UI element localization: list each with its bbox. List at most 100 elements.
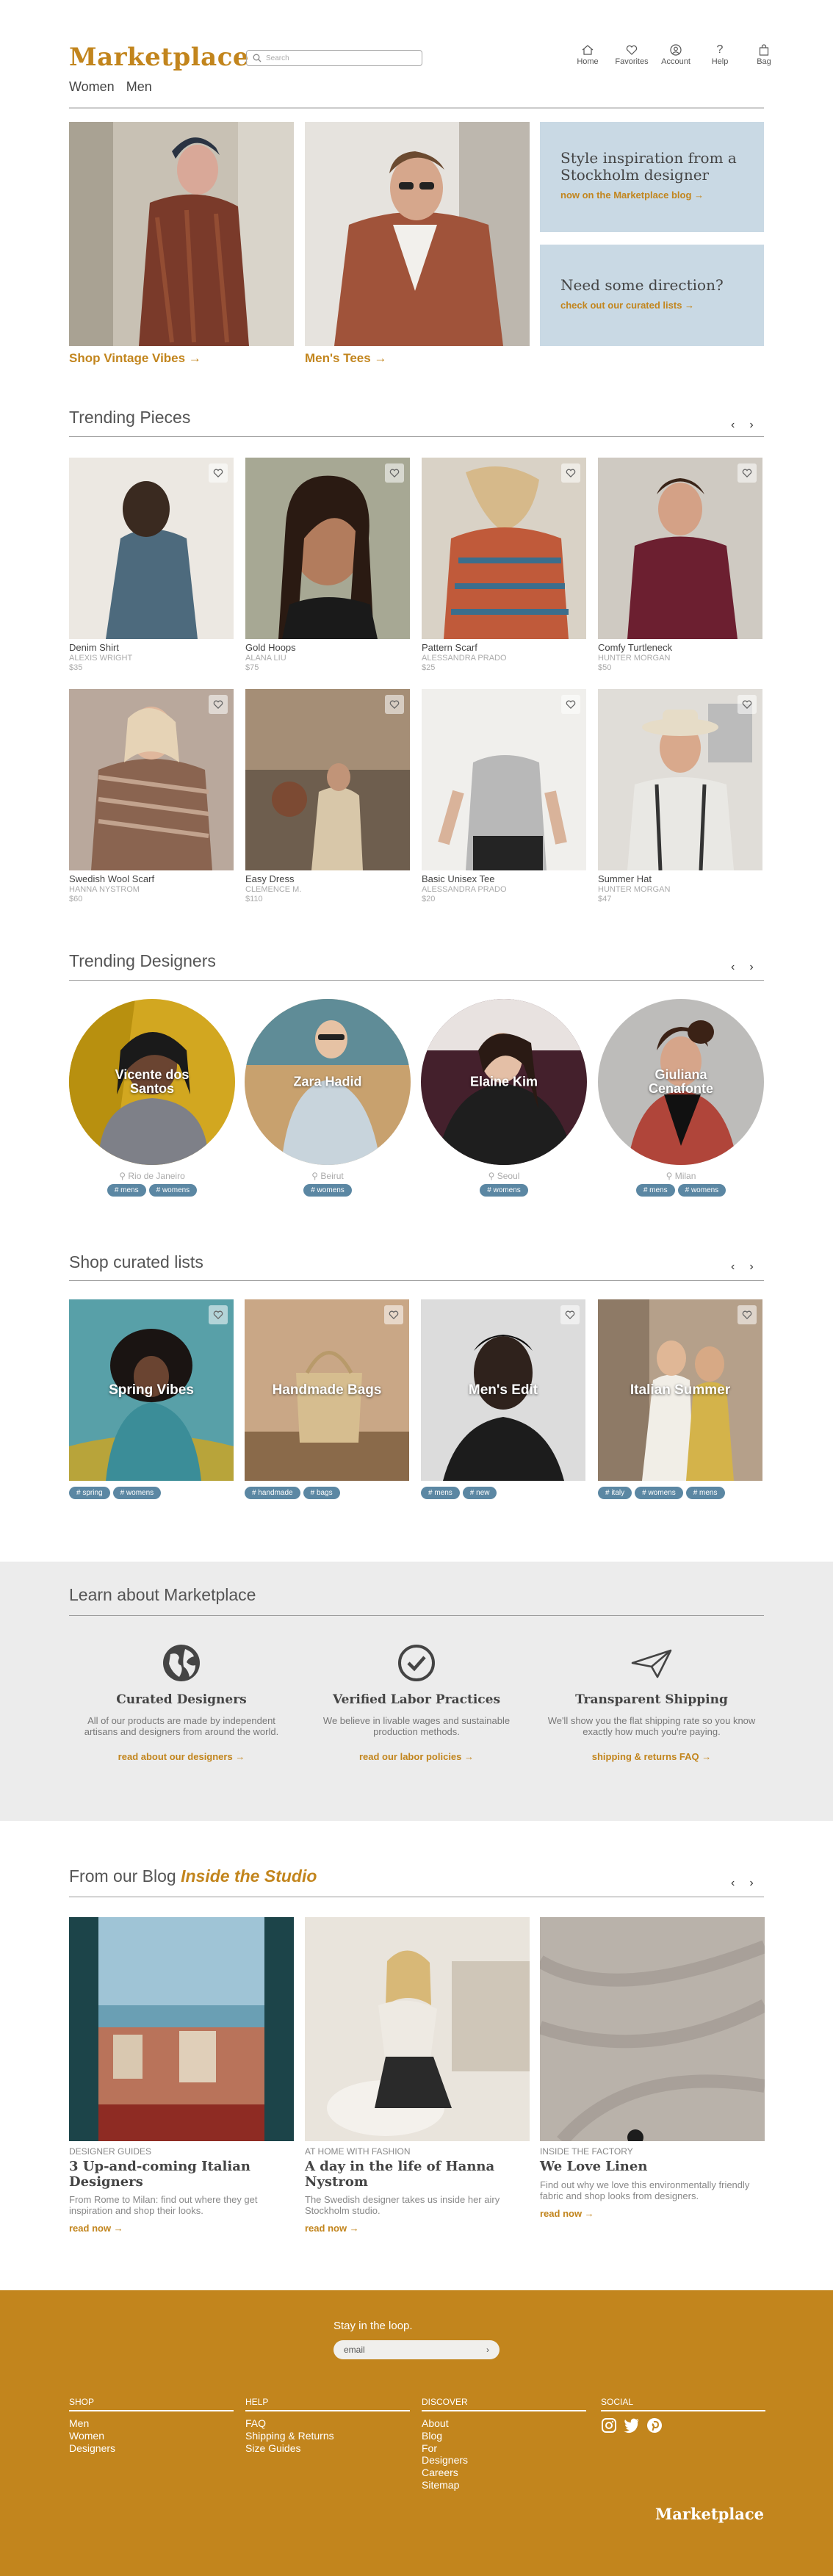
product-name[interactable]: Swedish Wool Scarf (69, 873, 234, 884)
hero-image-mens-tees[interactable] (305, 122, 530, 346)
favorite-button[interactable] (384, 1305, 403, 1324)
footer-link[interactable]: Designers (69, 2442, 234, 2455)
search-input[interactable]: Search (246, 50, 422, 66)
favorite-button[interactable] (561, 463, 580, 483)
promo-curated-link[interactable]: check out our curated lists → (560, 300, 743, 311)
tag-pill[interactable]: # womens (677, 1184, 726, 1197)
blog-title[interactable]: 3 Up-and-coming Italian Designers (69, 2159, 294, 2190)
product-image[interactable] (69, 689, 234, 870)
blog-title[interactable]: We Love Linen (540, 2159, 765, 2175)
blog-image[interactable] (69, 1917, 294, 2141)
footer-link[interactable]: Blog (422, 2430, 586, 2442)
hero-image-vintage[interactable] (69, 122, 294, 346)
footer-link[interactable]: For (422, 2442, 586, 2455)
curated-list-name[interactable]: Spring Vibes (69, 1382, 234, 1399)
designer-name[interactable]: Vicente dos Santos (69, 1068, 235, 1096)
product-image[interactable] (245, 458, 410, 639)
favorite-button[interactable] (738, 695, 757, 714)
product-name[interactable]: Pattern Scarf (422, 642, 586, 653)
product-card[interactable]: Pattern Scarf ALESSANDRA PRADO $25 (422, 458, 586, 672)
designer-card[interactable]: Vicente dos Santos ⚲ Rio de Janeiro # mens… (69, 999, 235, 1197)
blog-title[interactable]: A day in the life of Hanna Nystrom (305, 2159, 530, 2190)
blog-read-link[interactable]: read now → (540, 2208, 765, 2219)
category-women[interactable]: Women (69, 79, 115, 95)
tag-pill[interactable]: # italy (598, 1487, 632, 1499)
product-designer[interactable]: HANNA NYSTROM (69, 885, 234, 894)
product-image[interactable] (422, 458, 586, 639)
email-input[interactable]: email › (333, 2340, 500, 2359)
product-card[interactable]: Denim Shirt ALEXIS WRIGHT $35 (69, 458, 234, 672)
tag-pill[interactable]: # mens (685, 1487, 725, 1499)
twitter-icon[interactable] (623, 2417, 641, 2434)
tag-pill[interactable]: # mens (421, 1487, 460, 1499)
tag-pill[interactable]: # mens (107, 1184, 146, 1197)
footer-link[interactable]: Careers (422, 2467, 586, 2479)
product-card[interactable]: Summer Hat HUNTER MORGAN $47 (598, 689, 762, 903)
tag-pill[interactable]: # womens (635, 1487, 683, 1499)
chevron-right-icon[interactable]: › (749, 1877, 753, 1890)
product-name[interactable]: Easy Dress (245, 873, 410, 884)
chevron-right-icon[interactable]: › (749, 1260, 753, 1274)
product-image[interactable] (422, 689, 586, 870)
curated-list-name[interactable]: Italian Summer (598, 1382, 762, 1399)
feature-link[interactable]: read our labor policies → (310, 1751, 523, 1762)
product-name[interactable]: Denim Shirt (69, 642, 234, 653)
footer-link[interactable]: Women (69, 2430, 234, 2442)
footer-link[interactable]: About (422, 2417, 586, 2430)
designer-name[interactable]: Zara Hadid (245, 1075, 411, 1089)
instagram-icon[interactable] (601, 2417, 617, 2434)
product-card[interactable]: Gold Hoops ALANA LIU $75 (245, 458, 410, 672)
designer-card[interactable]: Giuliana Cenafonte ⚲ Milan # mens # womens (598, 999, 764, 1197)
logo[interactable]: Marketplace (69, 43, 249, 72)
chevron-left-icon[interactable]: ‹ (731, 1260, 735, 1274)
product-designer[interactable]: HUNTER MORGAN (598, 654, 762, 663)
footer-link[interactable]: FAQ (245, 2417, 410, 2430)
product-designer[interactable]: CLEMENCE M. (245, 885, 410, 894)
product-designer[interactable]: ALESSANDRA PRADO (422, 654, 586, 663)
designer-name[interactable]: Giuliana Cenafonte (598, 1068, 764, 1096)
chevron-left-icon[interactable]: ‹ (731, 961, 735, 974)
footer-link[interactable]: Designers (422, 2454, 586, 2467)
product-name[interactable]: Gold Hoops (245, 642, 410, 653)
feature-link[interactable]: read about our designers → (75, 1751, 288, 1762)
promo-blog-link[interactable]: now on the Marketplace blog → (560, 190, 743, 201)
curated-list-card[interactable]: Men's Edit # mens # new (421, 1299, 585, 1499)
nav-bag[interactable]: Bag (742, 43, 786, 66)
chevron-right-icon[interactable]: › (749, 961, 753, 974)
tag-pill[interactable]: # womens (480, 1184, 528, 1197)
hero-link-mens-tees[interactable]: Men's Tees → (305, 351, 386, 366)
curated-list-name[interactable]: Handmade Bags (245, 1382, 409, 1399)
tag-pill[interactable]: # new (462, 1487, 497, 1499)
submit-arrow-icon[interactable]: › (486, 2345, 489, 2355)
nav-help[interactable]: ? Help (698, 43, 742, 66)
blog-image[interactable] (305, 1917, 530, 2141)
tag-pill[interactable]: # womens (112, 1487, 162, 1499)
nav-account[interactable]: Account (654, 43, 698, 66)
category-men[interactable]: Men (126, 79, 152, 95)
favorite-button[interactable] (209, 695, 228, 714)
product-image[interactable] (69, 458, 234, 639)
tag-pill[interactable]: # womens (148, 1184, 198, 1197)
footer-link[interactable]: Size Guides (245, 2442, 410, 2455)
blog-image[interactable] (540, 1917, 765, 2141)
footer-link[interactable]: Men (69, 2417, 234, 2430)
designer-avatar[interactable]: Giuliana Cenafonte (598, 999, 764, 1165)
favorite-button[interactable] (209, 463, 228, 483)
favorite-button[interactable] (385, 463, 404, 483)
blog-read-link[interactable]: read now → (305, 2223, 530, 2234)
nav-home[interactable]: Home (566, 43, 610, 66)
product-designer[interactable]: HUNTER MORGAN (598, 885, 762, 894)
tag-pill[interactable]: # mens (635, 1184, 675, 1197)
curated-list-name[interactable]: Men's Edit (421, 1382, 585, 1399)
product-card[interactable]: Easy Dress CLEMENCE M. $110 (245, 689, 410, 903)
curated-list-image[interactable]: Italian Summer (598, 1299, 762, 1481)
chevron-left-icon[interactable]: ‹ (731, 1877, 735, 1890)
hero-link-vintage[interactable]: Shop Vintage Vibes → (69, 351, 201, 366)
product-designer[interactable]: ALANA LIU (245, 654, 410, 663)
blog-post[interactable]: AT HOME WITH FASHION A day in the life o… (305, 1917, 530, 2234)
designer-card[interactable]: Zara Hadid ⚲ Beirut # womens (245, 999, 411, 1197)
footer-link[interactable]: Sitemap (422, 2479, 586, 2492)
tag-pill[interactable]: # bags (303, 1487, 340, 1499)
favorite-button[interactable] (209, 1305, 228, 1324)
favorite-button[interactable] (560, 1305, 580, 1324)
